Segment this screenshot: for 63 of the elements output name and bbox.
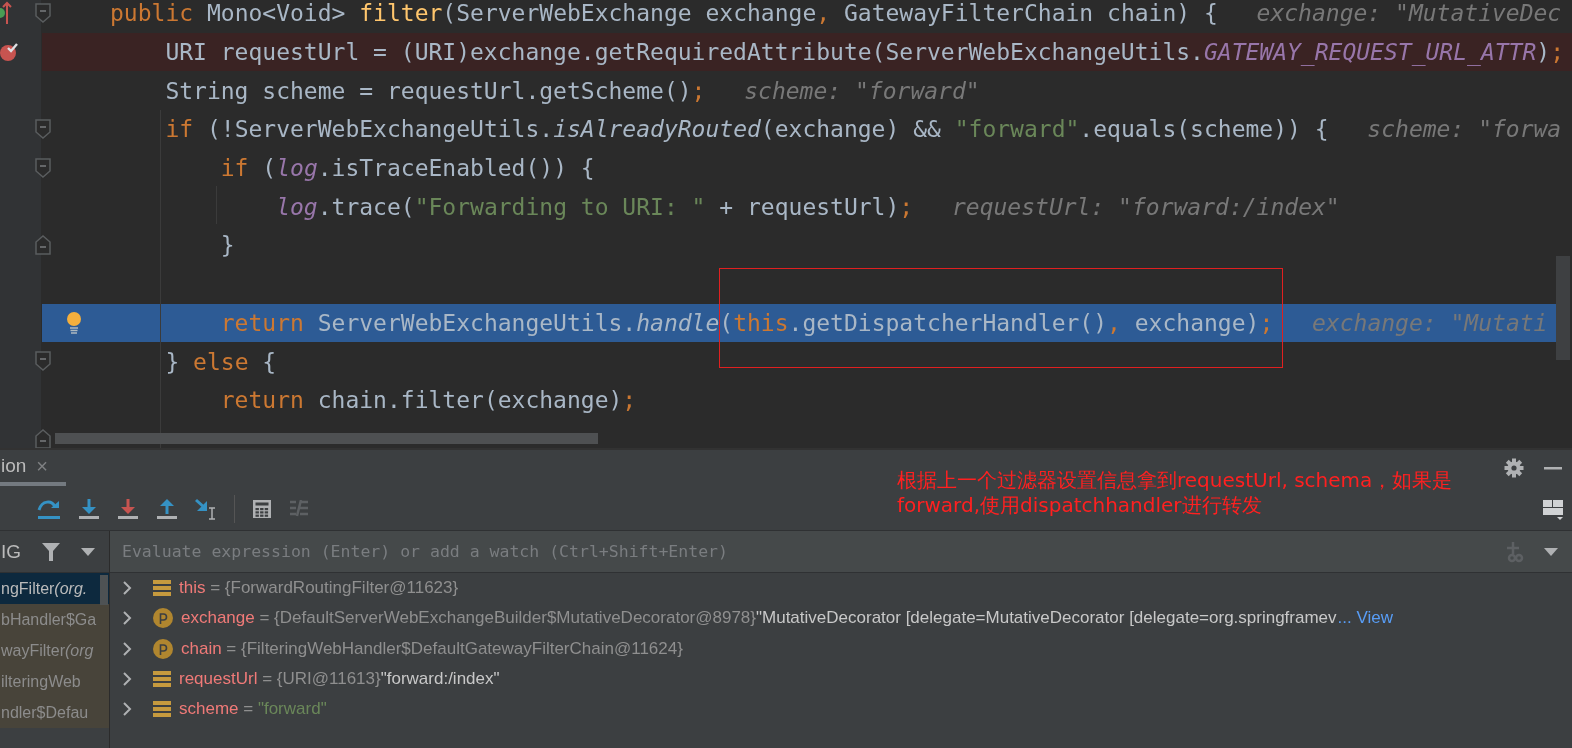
- variable-value[interactable]: this = {ForwardRoutingFilter@11623}: [179, 578, 459, 599]
- code-text: if (!ServerWebExchangeUtils.isAlreadyRouted(exchange) && "forward".equals(scheme)) {: [164, 116, 1329, 143]
- stack-frame[interactable]: ndler$Defau: [0, 697, 109, 728]
- code-text: String scheme = requestUrl.getScheme();: [164, 77, 706, 104]
- dropdown-caret-icon[interactable]: [1544, 547, 1558, 556]
- thread-name[interactable]: IG: [0, 540, 21, 563]
- variable-value[interactable]: chain = {FilteringWebHandler$DefaultGatewayFilterChain@11624}: [181, 638, 683, 659]
- field-icon: [153, 701, 171, 718]
- field-icon: [153, 671, 171, 688]
- layout-icon[interactable]: [1543, 498, 1563, 520]
- fold-marker-icon[interactable]: [35, 3, 51, 23]
- annotation-note: 根据上一个过滤器设置信息拿到requestUrl, schema，如果是 forward,使用dispatchhandler进行转发: [897, 468, 1453, 518]
- inline-value-hint: scheme: "forward": [744, 77, 980, 104]
- scrollbar-thumb[interactable]: [1556, 256, 1570, 360]
- override-icon[interactable]: [0, 0, 12, 26]
- variable-value[interactable]: exchange = {DefaultServerWebExchangeBuilder$MutativeDecorator@8978}"MutativeDecorator [delegate=MutativeDecorator [delegate=org.springframev: [181, 608, 1337, 629]
- run-to-cursor-icon[interactable]: [195, 498, 217, 520]
- fold-marker-icon[interactable]: [35, 119, 51, 140]
- code-text: if (log.isTraceEnabled()) {: [219, 155, 595, 182]
- stack-frame[interactable]: wayFilter(org: [0, 635, 109, 666]
- parameter-icon: [153, 608, 173, 629]
- parameter-icon: [153, 638, 173, 659]
- settings-icon[interactable]: [1504, 458, 1524, 478]
- expand-chevron-icon[interactable]: [122, 702, 132, 717]
- code-text: URI requestUrl = (URI)exchange.getRequiredAttribute(ServerWebExchangeUtils.GATEWAY_REQUEST_URL_ATTR);: [164, 39, 1564, 66]
- expand-chevron-icon[interactable]: [122, 641, 132, 656]
- code-text: public Mono<Void> filter(ServerWebExchange exchange, GatewayFilterChain chain) {: [110, 0, 1218, 27]
- fold-marker-icon[interactable]: [35, 235, 51, 256]
- scrollbar-thumb[interactable]: [100, 575, 108, 605]
- expand-chevron-icon[interactable]: [122, 611, 132, 626]
- view-link[interactable]: ... View: [1337, 608, 1393, 629]
- fold-marker-icon[interactable]: [35, 351, 51, 372]
- inline-value-hint: scheme: "forwa: [1367, 116, 1562, 143]
- horizontal-scrollbar[interactable]: [55, 433, 598, 444]
- code-text: return chain.filter(exchange);: [219, 387, 637, 414]
- variable-value[interactable]: requestUrl = {URI@11613}"forward:/index": [179, 669, 500, 690]
- minimize-icon[interactable]: [1544, 467, 1562, 471]
- step-into-icon[interactable]: [78, 498, 100, 520]
- inline-value-hint: exchange: "Mutati: [1312, 309, 1548, 336]
- field-icon: [153, 580, 171, 597]
- stack-frame[interactable]: bHandler$Ga: [0, 604, 109, 635]
- variable-value[interactable]: scheme = "forward": [179, 699, 327, 720]
- code-text: return ServerWebExchangeUtils.handle(this.getDispatcherHandler(), exchange);: [219, 309, 1274, 336]
- step-out-icon[interactable]: [156, 498, 178, 520]
- step-over-icon[interactable]: [37, 498, 61, 520]
- fold-marker-icon[interactable]: [35, 157, 51, 178]
- force-step-into-icon[interactable]: [117, 498, 139, 520]
- stack-frame[interactable]: ngFilter(org.: [0, 573, 109, 604]
- breakpoint-icon[interactable]: [0, 41, 20, 62]
- code-text: } else {: [164, 348, 277, 375]
- code-text: }: [219, 232, 235, 259]
- inline-value-hint: requestUrl: "forward:/index": [951, 193, 1340, 220]
- expand-chevron-icon[interactable]: [122, 581, 132, 596]
- debug-tab[interactable]: ion ×: [0, 450, 66, 486]
- calculator-icon[interactable]: [252, 499, 272, 519]
- stack-frame[interactable]: ilteringWeb: [0, 666, 109, 697]
- expand-chevron-icon[interactable]: [122, 672, 132, 687]
- fold-marker-icon[interactable]: [35, 428, 51, 448]
- dropdown-caret-icon[interactable]: [81, 547, 95, 556]
- code-text: log.trace("Forwarding to URI: " + requestUrl);: [275, 193, 914, 220]
- inline-value-hint: exchange: "MutativeDec: [1256, 0, 1562, 27]
- lightbulb-icon[interactable]: [66, 311, 82, 334]
- filter-icon[interactable]: [41, 541, 61, 562]
